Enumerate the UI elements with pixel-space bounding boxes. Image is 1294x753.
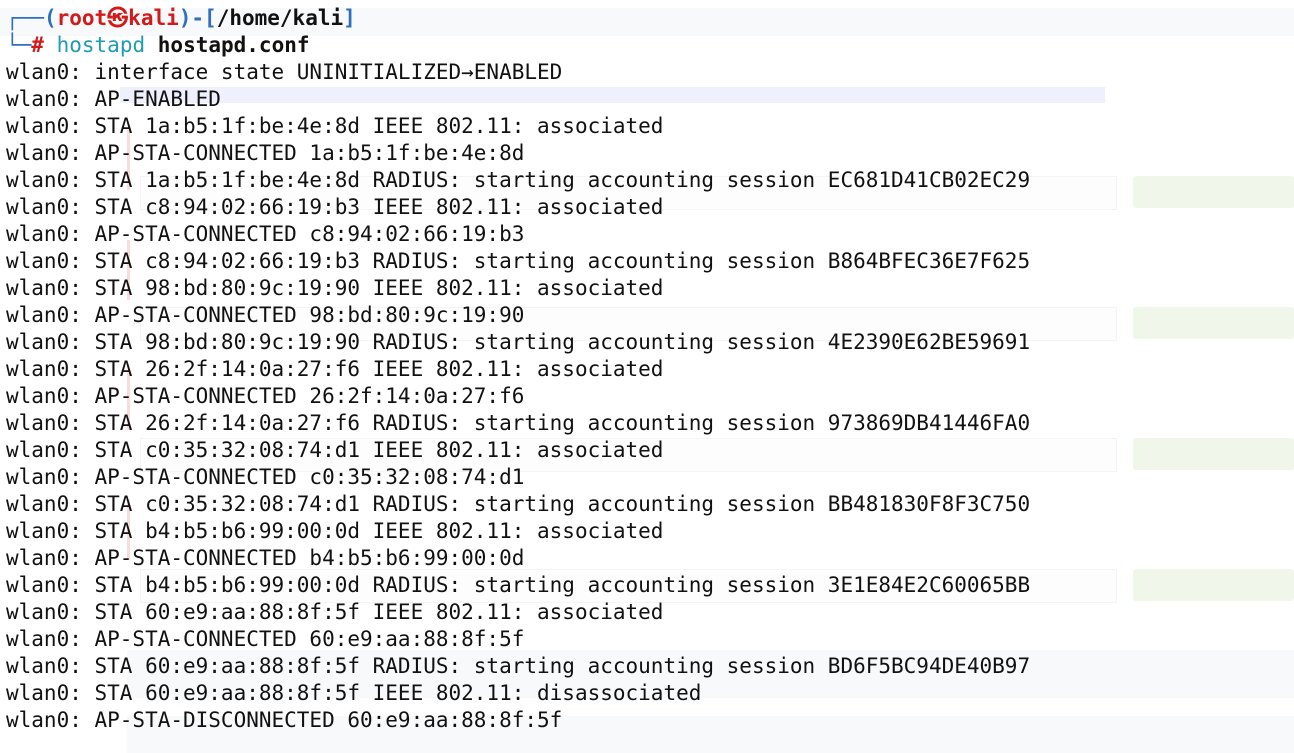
output-line: wlan0: STA 98:bd:80:9c:19:90 RADIUS: sta… <box>6 330 1031 354</box>
prompt-skull-icon: ㉿ <box>107 6 129 30</box>
output-line: wlan0: interface state UNINITIALIZED→ENA… <box>6 60 563 84</box>
prompt-frame-top: ┌── <box>6 6 44 30</box>
prompt-separator: )-[ <box>178 6 217 30</box>
output-line: wlan0: STA 1a:b5:1f:be:4e:8d RADIUS: sta… <box>6 168 1031 192</box>
prompt-user: root <box>56 6 108 30</box>
terminal-output: wlan0: interface state UNINITIALIZED→ENA… <box>6 59 1290 734</box>
output-line: wlan0: AP-ENABLED <box>6 87 221 111</box>
prompt-close-bracket: ] <box>343 6 356 30</box>
output-line: wlan0: AP-STA-CONNECTED c8:94:02:66:19:b… <box>6 222 525 246</box>
output-line: wlan0: STA 60:e9:aa:88:8f:5f IEEE 802.11… <box>6 681 702 705</box>
prompt-open-paren: ( <box>43 6 57 30</box>
output-line: wlan0: AP-STA-CONNECTED 98:bd:80:9c:19:9… <box>6 303 525 327</box>
output-line: wlan0: STA c8:94:02:66:19:b3 RADIUS: sta… <box>6 249 1031 273</box>
output-line: wlan0: AP-STA-CONNECTED c0:35:32:08:74:d… <box>6 465 525 489</box>
output-line: wlan0: STA 1a:b5:1f:be:4e:8d IEEE 802.11… <box>6 114 664 138</box>
output-line: wlan0: STA c0:35:32:08:74:d1 RADIUS: sta… <box>6 492 1031 516</box>
output-line: wlan0: AP-STA-CONNECTED 26:2f:14:0a:27:f… <box>6 384 525 408</box>
output-line: wlan0: STA 98:bd:80:9c:19:90 IEEE 802.11… <box>6 276 664 300</box>
output-line: wlan0: STA 26:2f:14:0a:27:f6 IEEE 802.11… <box>6 357 664 381</box>
output-line: wlan0: AP-STA-CONNECTED b4:b5:b6:99:00:0… <box>6 546 525 570</box>
output-line: wlan0: STA c0:35:32:08:74:d1 IEEE 802.11… <box>6 438 664 462</box>
prompt-hash: # <box>31 33 44 57</box>
output-line: wlan0: AP-STA-CONNECTED 1a:b5:1f:be:4e:8… <box>6 141 525 165</box>
prompt-header: ┌──(root㉿kali)-[/home/kali] <box>6 5 1290 32</box>
output-line: wlan0: AP-STA-CONNECTED 60:e9:aa:88:8f:5… <box>6 627 525 651</box>
output-line: wlan0: STA 26:2f:14:0a:27:f6 RADIUS: sta… <box>6 411 1031 435</box>
command-name: hostapd <box>56 33 146 57</box>
output-line: wlan0: STA c8:94:02:66:19:b3 IEEE 802.11… <box>6 195 664 219</box>
output-line: wlan0: STA 60:e9:aa:88:8f:5f RADIUS: sta… <box>6 654 1031 678</box>
prompt-host: kali <box>128 6 179 30</box>
terminal-window[interactable]: ┌──(root㉿kali)-[/home/kali] └─# hostapd … <box>6 5 1290 734</box>
output-line: wlan0: AP-STA-DISCONNECTED 60:e9:aa:88:8… <box>6 708 563 732</box>
prompt-cwd: /home/kali <box>216 6 344 30</box>
prompt-command-line[interactable]: └─# hostapd hostapd.conf <box>6 32 1290 59</box>
output-line: wlan0: STA b4:b5:b6:99:00:0d RADIUS: sta… <box>6 573 1031 597</box>
command-argument: hostapd.conf <box>157 33 310 57</box>
output-line: wlan0: STA 60:e9:aa:88:8f:5f IEEE 802.11… <box>6 600 664 624</box>
prompt-frame-bottom: └─ <box>6 33 32 57</box>
output-line: wlan0: STA b4:b5:b6:99:00:0d IEEE 802.11… <box>6 519 664 543</box>
